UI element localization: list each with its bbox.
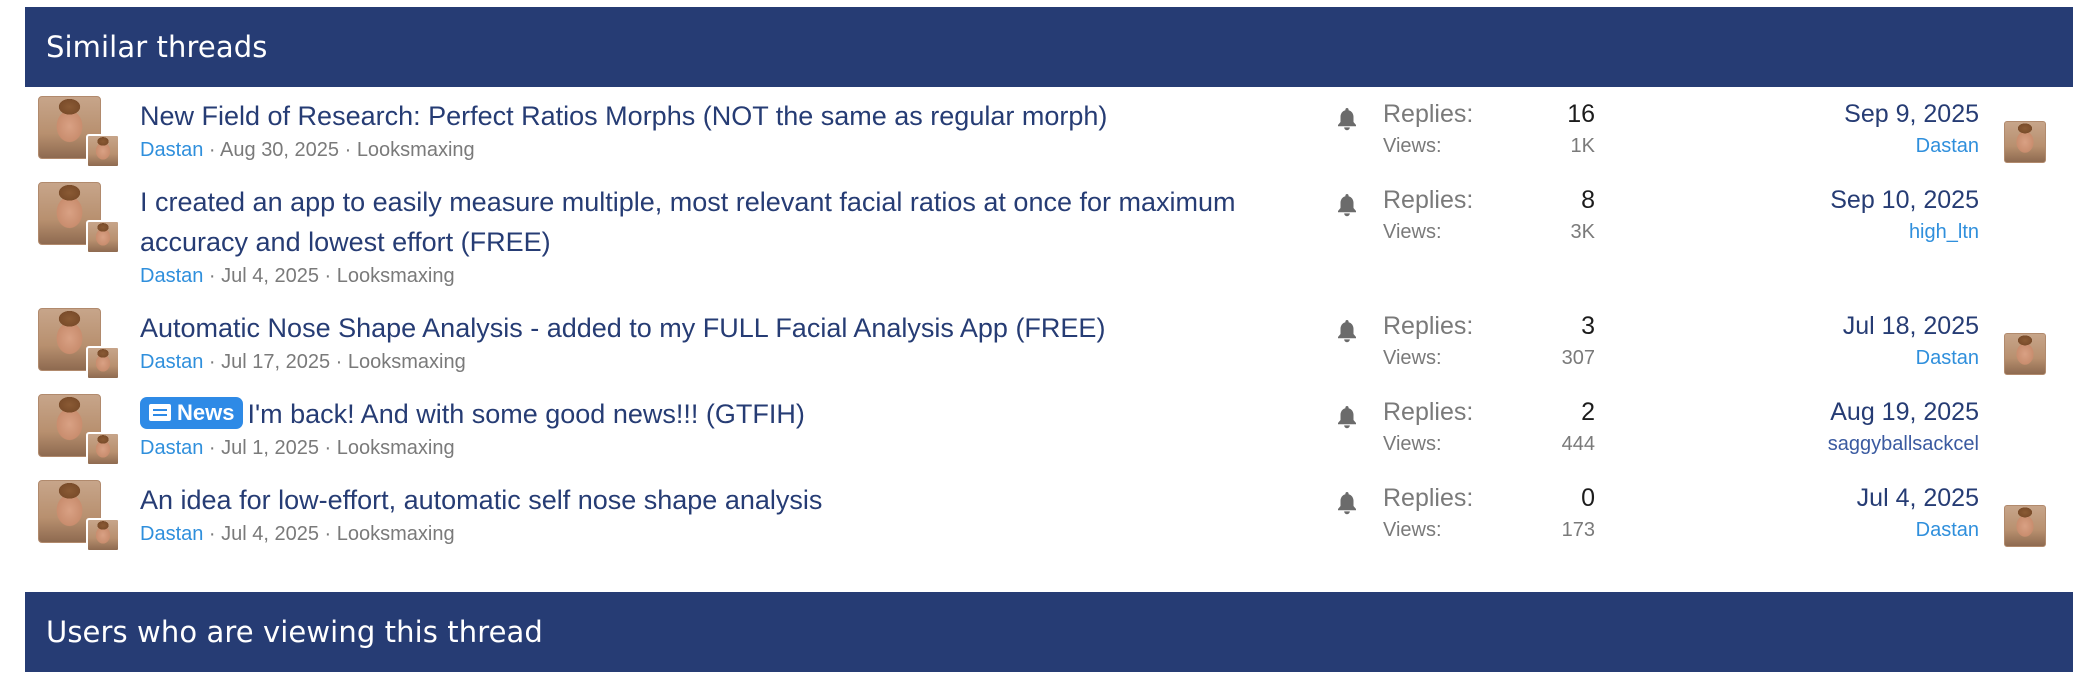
last-poster-avatar[interactable] xyxy=(2004,505,2046,547)
thread-title[interactable]: I created an app to easily measure multi… xyxy=(140,182,1300,262)
thread-meta-rest: · Aug 30, 2025 · Looksmaxing xyxy=(203,139,475,161)
last-poster-avatar[interactable] xyxy=(86,518,120,552)
last-post-user[interactable]: Dastan xyxy=(1843,344,1979,372)
thread-author[interactable]: Dastan xyxy=(140,523,203,545)
views-count: 173 xyxy=(1561,519,1595,541)
thread-main: Automatic Nose Shape Analysis - added to… xyxy=(140,308,1300,376)
thread-stats: Replies: 3 Views: 307 xyxy=(1383,308,1595,372)
replies-count: 3 xyxy=(1581,312,1595,340)
thread-main: I created an app to easily measure multi… xyxy=(140,182,1300,290)
last-post-user[interactable]: high_ltn xyxy=(1830,218,1979,246)
views-label: Views: xyxy=(1383,519,1442,541)
bell-icon[interactable] xyxy=(1335,404,1359,430)
news-prefix-badge[interactable]: News xyxy=(140,396,244,429)
thread-author[interactable]: Dastan xyxy=(140,139,203,161)
views-count: 1K xyxy=(1570,135,1595,157)
last-post-date[interactable]: Jul 18, 2025 xyxy=(1843,308,1979,344)
last-post-user[interactable]: Dastan xyxy=(1844,132,1979,160)
last-poster-avatar[interactable] xyxy=(86,134,120,168)
last-post-date[interactable]: Sep 9, 2025 xyxy=(1844,96,1979,132)
similar-threads-block: Similar threads New Field of Research: P… xyxy=(25,7,2073,552)
thread-meta-rest: · Jul 17, 2025 · Looksmaxing xyxy=(203,351,466,373)
thread-row: I created an app to easily measure multi… xyxy=(25,182,2073,287)
thread-row: Automatic Nose Shape Analysis - added to… xyxy=(25,308,2073,380)
views-label: Views: xyxy=(1383,433,1442,455)
bell-icon[interactable] xyxy=(1335,192,1359,218)
last-post: Jul 18, 2025 Dastan xyxy=(1843,308,1979,372)
prefix-label: News xyxy=(177,399,235,425)
views-label: Views: xyxy=(1383,221,1442,243)
thread-avatar[interactable] xyxy=(38,308,123,380)
thread-avatar[interactable] xyxy=(38,96,123,168)
thread-meta: Dastan · Jul 4, 2025 · Looksmaxing xyxy=(140,520,1300,548)
last-post: Sep 9, 2025 Dastan xyxy=(1844,96,1979,160)
replies-label: Replies: xyxy=(1383,312,1474,340)
bell-icon[interactable] xyxy=(1335,106,1359,132)
thread-meta: Dastan · Jul 17, 2025 · Looksmaxing xyxy=(140,348,1300,376)
last-post-user[interactable]: saggyballsackcel xyxy=(1828,430,1979,458)
replies-label: Replies: xyxy=(1383,100,1474,128)
thread-avatar[interactable] xyxy=(38,182,123,254)
thread-stats: Replies: 2 Views: 444 xyxy=(1383,394,1595,458)
thread-title[interactable]: News I'm back! And with some good news!!!… xyxy=(140,394,1300,434)
last-poster-avatar[interactable] xyxy=(86,432,120,466)
thread-meta-rest: · Jul 4, 2025 · Looksmaxing xyxy=(203,265,455,287)
thread-row: New Field of Research: Perfect Ratios Mo… xyxy=(25,96,2073,168)
views-count: 3K xyxy=(1570,221,1595,243)
thread-title[interactable]: New Field of Research: Perfect Ratios Mo… xyxy=(140,96,1300,136)
thread-row: News I'm back! And with some good news!!!… xyxy=(25,394,2073,466)
newspaper-icon xyxy=(149,404,171,421)
replies-label: Replies: xyxy=(1383,186,1474,214)
thread-main: An idea for low-effort, automatic self n… xyxy=(140,480,1300,548)
thread-main: New Field of Research: Perfect Ratios Mo… xyxy=(140,96,1300,164)
thread-title-text[interactable]: I'm back! And with some good news!!! (GT… xyxy=(247,399,804,429)
replies-label: Replies: xyxy=(1383,398,1474,426)
last-post: Aug 19, 2025 saggyballsackcel xyxy=(1828,394,1979,458)
replies-count: 16 xyxy=(1567,100,1595,128)
thread-stats: Replies: 0 Views: 173 xyxy=(1383,480,1595,544)
thread-meta-rest: · Jul 4, 2025 · Looksmaxing xyxy=(203,523,455,545)
similar-threads-header: Similar threads xyxy=(25,7,2073,87)
last-poster-avatar[interactable] xyxy=(86,346,120,380)
thread-avatar[interactable] xyxy=(38,480,123,552)
last-post-user[interactable]: Dastan xyxy=(1857,516,1979,544)
bell-icon[interactable] xyxy=(1335,318,1359,344)
replies-count: 8 xyxy=(1581,186,1595,214)
replies-label: Replies: xyxy=(1383,484,1474,512)
views-label: Views: xyxy=(1383,347,1442,369)
viewers-header: Users who are viewing this thread xyxy=(25,592,2073,672)
bell-icon[interactable] xyxy=(1335,490,1359,516)
last-post: Jul 4, 2025 Dastan xyxy=(1857,480,1979,544)
thread-title[interactable]: Automatic Nose Shape Analysis - added to… xyxy=(140,308,1300,348)
thread-meta: Dastan · Jul 1, 2025 · Looksmaxing xyxy=(140,434,1300,462)
thread-meta: Dastan · Aug 30, 2025 · Looksmaxing xyxy=(140,136,1300,164)
last-post-date[interactable]: Jul 4, 2025 xyxy=(1857,480,1979,516)
thread-stats: Replies: 8 Views: 3K xyxy=(1383,182,1595,246)
replies-count: 0 xyxy=(1581,484,1595,512)
last-post: Sep 10, 2025 high_ltn xyxy=(1830,182,1979,246)
thread-main: News I'm back! And with some good news!!!… xyxy=(140,394,1300,462)
replies-count: 2 xyxy=(1581,398,1595,426)
last-poster-avatar[interactable] xyxy=(2004,333,2046,375)
last-post-date[interactable]: Sep 10, 2025 xyxy=(1830,182,1979,218)
thread-author[interactable]: Dastan xyxy=(140,351,203,373)
views-label: Views: xyxy=(1383,135,1442,157)
thread-author[interactable]: Dastan xyxy=(140,265,203,287)
thread-row: An idea for low-effort, automatic self n… xyxy=(25,480,2073,552)
last-poster-avatar[interactable] xyxy=(2004,121,2046,163)
thread-stats: Replies: 16 Views: 1K xyxy=(1383,96,1595,160)
thread-meta: Dastan · Jul 4, 2025 · Looksmaxing xyxy=(140,262,1300,290)
thread-avatar[interactable] xyxy=(38,394,123,466)
views-count: 307 xyxy=(1561,347,1595,369)
thread-meta-rest: · Jul 1, 2025 · Looksmaxing xyxy=(203,437,455,459)
last-poster-avatar[interactable] xyxy=(86,220,120,254)
views-count: 444 xyxy=(1561,433,1595,455)
thread-title[interactable]: An idea for low-effort, automatic self n… xyxy=(140,480,1300,520)
last-post-date[interactable]: Aug 19, 2025 xyxy=(1828,394,1979,430)
thread-author[interactable]: Dastan xyxy=(140,437,203,459)
viewers-block: Users who are viewing this thread xyxy=(25,592,2073,672)
